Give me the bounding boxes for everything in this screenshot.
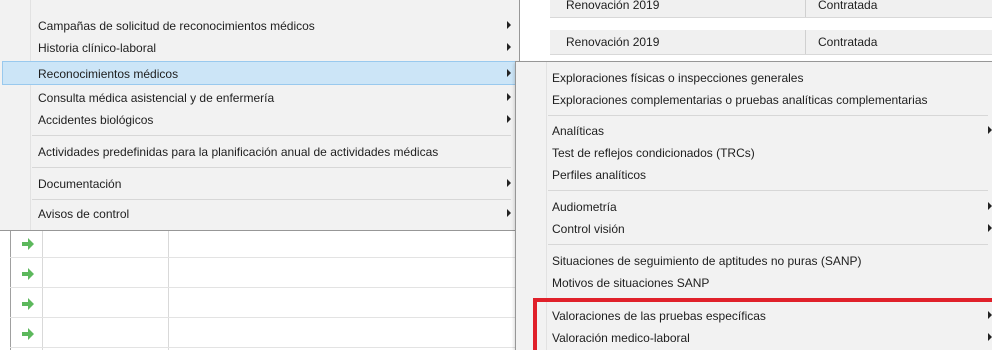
menu-item-label: Exploraciones físicas o inspecciones gen…: [552, 71, 804, 85]
chevron-right-icon: [507, 209, 511, 217]
grid-divider: [10, 317, 515, 318]
background-grid: [0, 228, 515, 350]
menu-item-label: Perfiles analíticos: [552, 168, 647, 182]
menu-separator: [32, 135, 511, 136]
menu-item-label: Consulta médica asistencial y de enferme…: [38, 91, 275, 105]
menu-separator: [32, 167, 511, 168]
menu-item-campanas[interactable]: Campañas de solicitud de reconocimientos…: [2, 15, 517, 37]
submenu-item-audiometria[interactable]: Audiometría: [518, 196, 992, 218]
menu-item-avisos[interactable]: Avisos de control: [2, 203, 517, 225]
chevron-right-icon: [988, 202, 992, 210]
table-row[interactable]: Renovación 2019 Contratada: [550, 30, 992, 55]
menu-item-consulta[interactable]: Consulta médica asistencial y de enferme…: [2, 87, 517, 109]
column-divider: [805, 30, 806, 54]
menu-item-actividades[interactable]: Actividades predefinidas para la planifi…: [2, 141, 517, 163]
chevron-right-icon: [507, 43, 511, 51]
chevron-right-icon: [988, 224, 992, 232]
menu-item-documentacion[interactable]: Documentación: [2, 173, 517, 195]
chevron-right-icon: [988, 126, 992, 134]
main-menu: Campañas de solicitud de reconocimientos…: [0, 0, 520, 231]
submenu-item-motivos-sanp[interactable]: Motivos de situaciones SANP: [518, 272, 990, 294]
menu-item-label: Accidentes biológicos: [38, 113, 154, 127]
menu-item-label: Reconocimientos médicos: [38, 67, 179, 81]
menu-item-historia[interactable]: Historia clínico-laboral: [2, 37, 517, 59]
submenu-item-situaciones-sanp[interactable]: Situaciones de seguimiento de aptitudes …: [518, 250, 990, 272]
column-divider: [805, 0, 806, 17]
chevron-right-icon: [507, 115, 511, 123]
menu-item-label: Campañas de solicitud de reconocimientos…: [38, 19, 315, 33]
submenu-item-test-reflejos[interactable]: Test de reflejos condicionados (TRCs): [518, 142, 990, 164]
chevron-right-icon: [507, 93, 511, 101]
menu-item-label: Control visión: [552, 222, 625, 236]
submenu-item-exploraciones-fisicas[interactable]: Exploraciones físicas o inspecciones gen…: [518, 67, 990, 89]
grid-divider: [10, 347, 515, 348]
submenu-item-exploraciones-complementarias[interactable]: Exploraciones complementarias o pruebas …: [518, 89, 990, 111]
chevron-right-icon: [507, 179, 511, 187]
submenu-item-analiticas[interactable]: Analíticas: [518, 120, 992, 142]
cell-status: Contratada: [818, 35, 878, 49]
menu-item-label: Actividades predefinidas para la planifi…: [38, 145, 439, 159]
menu-separator: [548, 115, 988, 116]
green-arrow-icon[interactable]: [21, 297, 35, 311]
menu-item-label: Test de reflejos condicionados (TRCs): [552, 146, 755, 160]
submenu-item-perfiles[interactable]: Perfiles analíticos: [518, 164, 990, 186]
menu-item-label: Audiometría: [552, 200, 617, 214]
menu-item-label: Avisos de control: [38, 207, 130, 221]
menu-item-label: Motivos de situaciones SANP: [552, 276, 710, 290]
menu-item-label: Situaciones de seguimiento de aptitudes …: [552, 254, 862, 268]
green-arrow-icon[interactable]: [21, 327, 35, 341]
cell-name: Renovación 2019: [566, 0, 660, 12]
grid-divider: [42, 228, 43, 350]
menu-item-label: Documentación: [38, 177, 122, 191]
menu-item-reconocimientos[interactable]: Reconocimientos médicos: [2, 61, 517, 85]
chevron-right-icon: [507, 69, 511, 77]
menu-separator: [548, 190, 988, 191]
menu-item-label: Historia clínico-laboral: [38, 41, 157, 55]
table-row[interactable]: Renovación 2019 Contratada: [550, 0, 992, 18]
chevron-right-icon: [507, 21, 511, 29]
menu-item-label: Exploraciones complementarias o pruebas …: [552, 93, 928, 107]
grid-divider: [10, 228, 11, 350]
grid-divider: [10, 287, 515, 288]
grid-divider: [168, 228, 169, 350]
annotation-highlight-box: [533, 298, 992, 350]
green-arrow-icon[interactable]: [21, 267, 35, 281]
cell-name: Renovación 2019: [566, 35, 660, 49]
grid-divider: [10, 257, 515, 258]
cell-status: Contratada: [818, 0, 878, 12]
green-arrow-icon[interactable]: [21, 237, 35, 251]
submenu-item-control-vision[interactable]: Control visión: [518, 218, 992, 240]
menu-separator: [32, 199, 511, 200]
menu-separator: [548, 244, 988, 245]
menu-item-accidentes[interactable]: Accidentes biológicos: [2, 109, 517, 131]
menu-item-label: Analíticas: [552, 124, 605, 138]
